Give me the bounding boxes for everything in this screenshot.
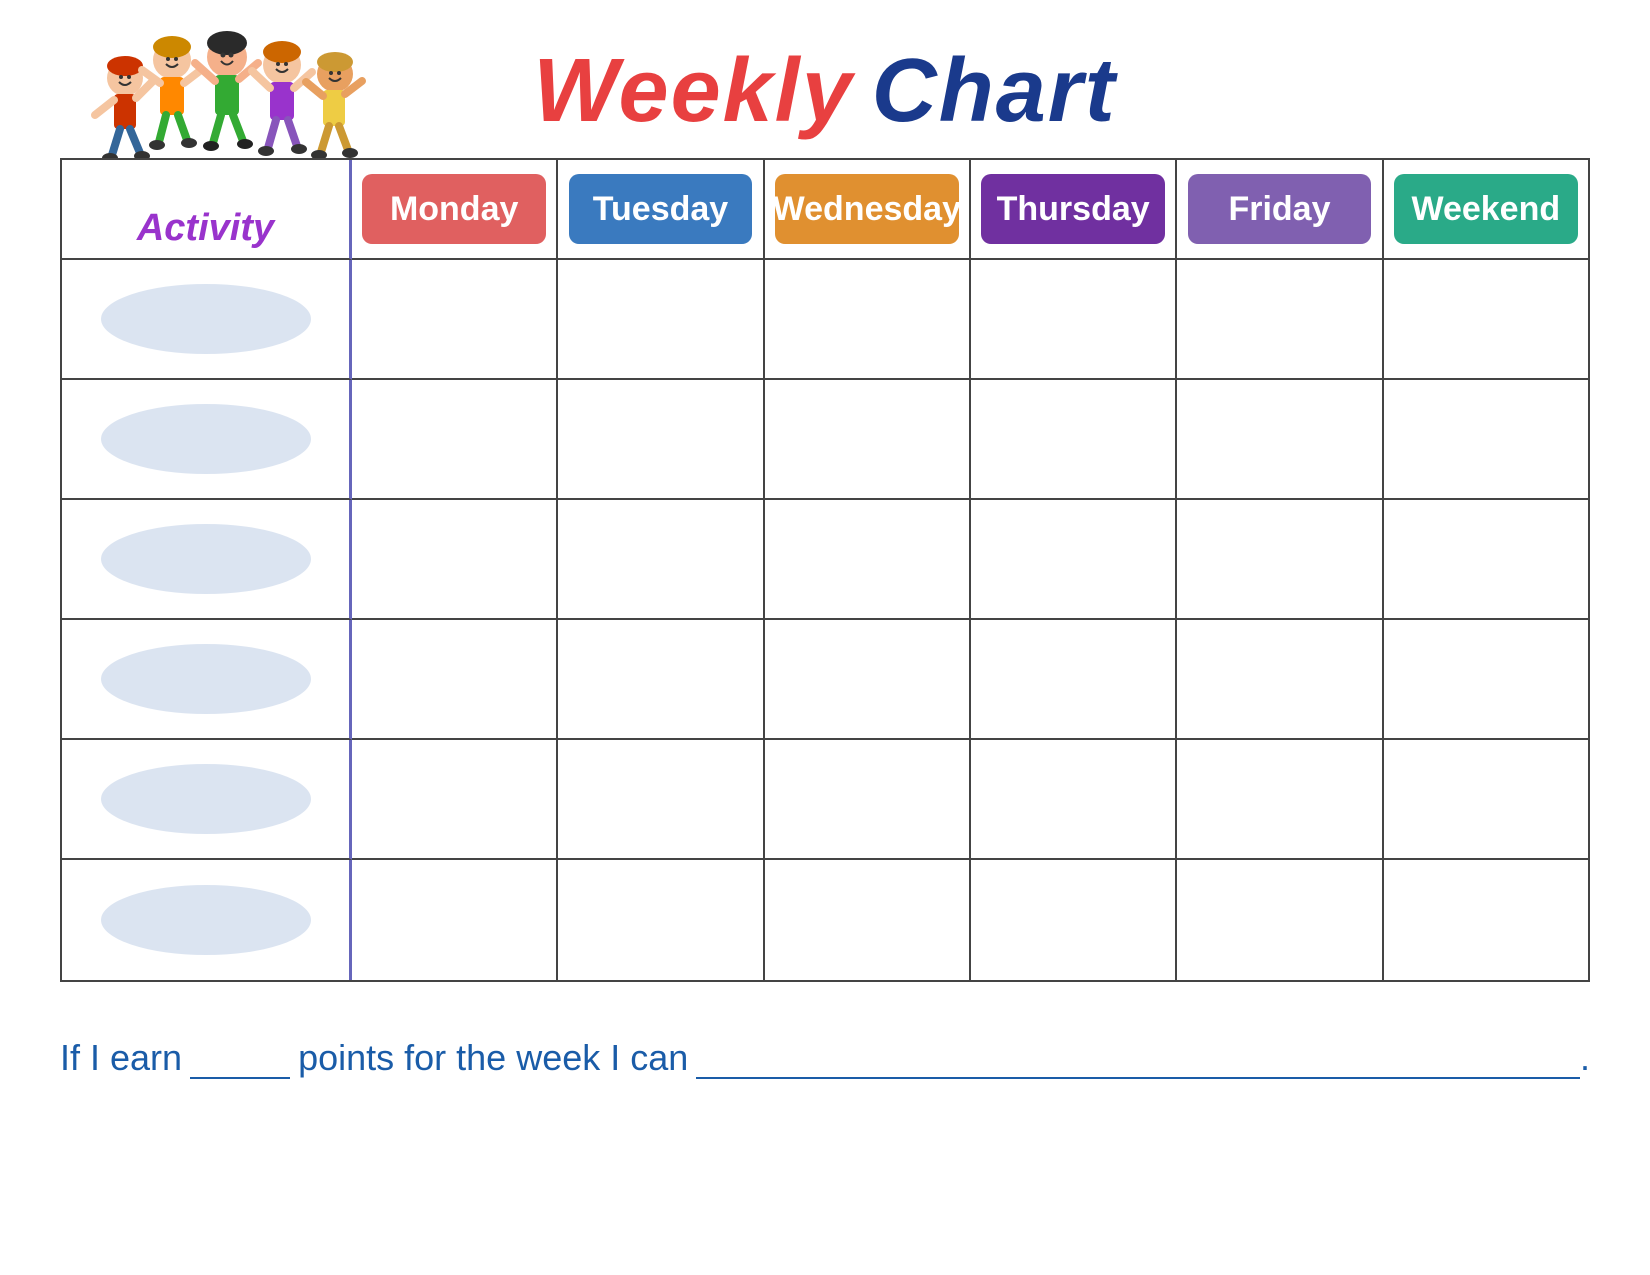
- activity-cell-4: [62, 620, 352, 740]
- activity-cell-3: [62, 500, 352, 620]
- wednesday-cell-2[interactable]: [765, 380, 971, 500]
- friday-cell-5[interactable]: [1177, 740, 1383, 860]
- table-row: [62, 620, 1588, 740]
- wednesday-cell-6[interactable]: [765, 860, 971, 980]
- thursday-cell-3[interactable]: [971, 500, 1177, 620]
- tuesday-cell-5[interactable]: [558, 740, 764, 860]
- friday-header: Friday: [1177, 160, 1383, 260]
- tuesday-cell-2[interactable]: [558, 380, 764, 500]
- monday-cell-5[interactable]: [352, 740, 558, 860]
- thursday-label: Thursday: [981, 174, 1165, 244]
- activity-oval-5: [101, 764, 311, 834]
- title-weekly: Weekly: [533, 40, 854, 143]
- reward-blank-line[interactable]: [696, 1051, 1580, 1079]
- activity-cell-2: [62, 380, 352, 500]
- activity-oval-1: [101, 284, 311, 354]
- table-row: [62, 740, 1588, 860]
- monday-cell-4[interactable]: [352, 620, 558, 740]
- friday-cell-3[interactable]: [1177, 500, 1383, 620]
- thursday-cell-4[interactable]: [971, 620, 1177, 740]
- weekend-cell-5[interactable]: [1384, 740, 1588, 860]
- table-row: [62, 500, 1588, 620]
- thursday-header: Thursday: [971, 160, 1177, 260]
- wednesday-cell-4[interactable]: [765, 620, 971, 740]
- wednesday-cell-1[interactable]: [765, 260, 971, 380]
- activity-oval-4: [101, 644, 311, 714]
- activity-oval-2: [101, 404, 311, 474]
- table-row: [62, 380, 1588, 500]
- monday-cell-2[interactable]: [352, 380, 558, 500]
- wednesday-header: Wednesday: [765, 160, 971, 260]
- weekend-cell-1[interactable]: [1384, 260, 1588, 380]
- weekend-cell-6[interactable]: [1384, 860, 1588, 980]
- activity-oval-3: [101, 524, 311, 594]
- friday-cell-2[interactable]: [1177, 380, 1383, 500]
- monday-header: Monday: [352, 160, 558, 260]
- weekend-cell-3[interactable]: [1384, 500, 1588, 620]
- activity-cell-1: [62, 260, 352, 380]
- weekend-header: Weekend: [1384, 160, 1588, 260]
- friday-cell-1[interactable]: [1177, 260, 1383, 380]
- wednesday-cell-5[interactable]: [765, 740, 971, 860]
- weekly-chart: Activity Monday Tuesday Wednesday Thursd…: [60, 158, 1590, 982]
- weekend-cell-4[interactable]: [1384, 620, 1588, 740]
- table-row: [62, 260, 1588, 380]
- thursday-cell-1[interactable]: [971, 260, 1177, 380]
- header-row: Activity Monday Tuesday Wednesday Thursd…: [62, 160, 1588, 260]
- tuesday-cell-1[interactable]: [558, 260, 764, 380]
- wednesday-label: Wednesday: [775, 174, 959, 244]
- tuesday-label: Tuesday: [569, 174, 753, 244]
- friday-cell-4[interactable]: [1177, 620, 1383, 740]
- tuesday-cell-4[interactable]: [558, 620, 764, 740]
- points-blank-line[interactable]: [190, 1051, 290, 1079]
- tuesday-cell-3[interactable]: [558, 500, 764, 620]
- friday-label: Friday: [1188, 174, 1372, 244]
- tuesday-header: Tuesday: [558, 160, 764, 260]
- thursday-cell-2[interactable]: [971, 380, 1177, 500]
- monday-label: Monday: [362, 174, 546, 244]
- title-chart: Chart: [872, 40, 1117, 143]
- activity-oval-6: [101, 885, 311, 955]
- activity-cell-5: [62, 740, 352, 860]
- wednesday-cell-3[interactable]: [765, 500, 971, 620]
- monday-cell-3[interactable]: [352, 500, 558, 620]
- tuesday-cell-6[interactable]: [558, 860, 764, 980]
- monday-cell-6[interactable]: [352, 860, 558, 980]
- bottom-incentive-text: If I earn points for the week I can .: [60, 1037, 1590, 1079]
- bottom-suffix: .: [1580, 1037, 1590, 1079]
- title-area: Weekly Chart: [60, 40, 1590, 143]
- monday-cell-1[interactable]: [352, 260, 558, 380]
- weekend-cell-2[interactable]: [1384, 380, 1588, 500]
- bottom-middle: points for the week I can: [298, 1037, 688, 1079]
- friday-cell-6[interactable]: [1177, 860, 1383, 980]
- table-row: [62, 860, 1588, 980]
- thursday-cell-6[interactable]: [971, 860, 1177, 980]
- activity-header-cell: Activity: [62, 160, 352, 260]
- weekend-label: Weekend: [1394, 174, 1578, 244]
- thursday-cell-5[interactable]: [971, 740, 1177, 860]
- activity-cell-6: [62, 860, 352, 980]
- bottom-prefix: If I earn: [60, 1037, 182, 1079]
- activity-label: Activity: [137, 207, 274, 250]
